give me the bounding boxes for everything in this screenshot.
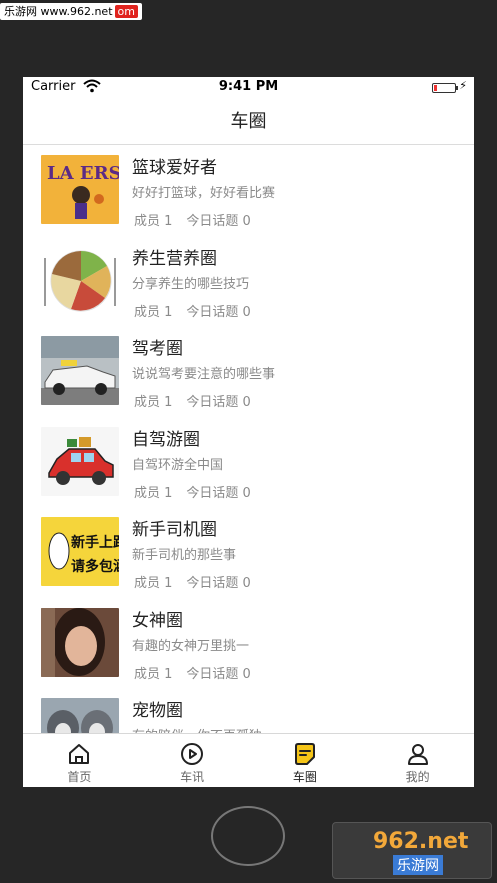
circle-description: 说说驾考要注意的哪些事 — [132, 367, 276, 382]
circle-stats: 成员 1 今日话题 0 — [134, 482, 265, 501]
circle-description: 新手司机的那些事 — [132, 548, 237, 563]
circle-item-goddess[interactable]: 女神圈 有趣的女神万里挑一 成员 1 今日话题 0 — [23, 598, 474, 689]
person-icon — [407, 744, 428, 765]
circle-title: 新手司机圈 — [132, 520, 217, 540]
circle-title: 驾考圈 — [132, 339, 183, 359]
circle-title: 自驾游圈 — [132, 429, 200, 450]
tab-label: 首页 — [67, 770, 92, 784]
watermark-bottom: 962.net 乐游网 — [332, 822, 492, 879]
tab-label: 我的 — [405, 770, 430, 784]
tab-label: 车讯 — [180, 770, 205, 784]
circle-description: 分享养生的哪些技巧 — [132, 276, 250, 292]
member-count: 成员 1 — [134, 304, 173, 320]
circle-item-driving-test[interactable]: 驾考圈 说说驾考要注意的哪些事 成员 1 今日话题 0 — [23, 326, 474, 417]
note-icon — [294, 743, 315, 765]
circle-stats: 成员 1 今日话题 0 — [134, 663, 265, 682]
sign-text-line-1: 新手上路 — [71, 534, 119, 551]
topic-count: 今日话题 0 — [186, 395, 251, 410]
driving-test-car-icon — [41, 336, 119, 405]
pet-photo-icon — [41, 698, 119, 734]
circle-list[interactable]: LA ERS 篮球爱好者 好好打篮球，好好看比赛 成员 1 今日话题 0 养生营… — [23, 145, 474, 734]
circle-item-basketball[interactable]: LA ERS 篮球爱好者 好好打篮球，好好看比赛 成员 1 今日话题 0 — [23, 145, 474, 236]
tab-news[interactable]: 车讯 — [136, 734, 249, 787]
nav-bar: 车圈 — [23, 99, 474, 145]
tab-home[interactable]: 首页 — [23, 734, 136, 787]
charging-bolt-icon: ⚡ — [459, 79, 467, 92]
basketball-poster-icon: LA ERS — [41, 155, 119, 224]
circle-item-road-trip[interactable]: 自驾游圈 自驾环游全中国 成员 1 今日话题 0 — [23, 417, 474, 508]
watermark-top: 乐游网 www.962.net om — [0, 3, 142, 20]
circle-description: 好好打篮球，好好看比赛 — [132, 186, 276, 201]
tab-profile[interactable]: 我的 — [361, 734, 474, 787]
app-screen: Carrier 9:41 PM ⚡ 车圈 LA ERS 篮球爱好者 好好打篮球，… — [23, 77, 474, 787]
status-bar: Carrier 9:41 PM ⚡ — [23, 77, 474, 99]
member-count: 成员 1 — [134, 395, 173, 410]
topic-count: 今日话题 0 — [186, 214, 251, 229]
novice-driver-sign-icon: 新手上路 请多包涵 — [41, 517, 119, 586]
home-button[interactable] — [211, 806, 285, 866]
circle-item-pets[interactable]: 宠物圈 有的陪伴，你不再孤独 — [23, 688, 474, 734]
circle-stats: 成员 1 今日话题 0 — [134, 391, 265, 410]
topic-count: 今日话题 0 — [186, 304, 251, 320]
circle-title: 养生营养圈 — [132, 248, 217, 269]
watermark-site-text: 乐游网 www.962.net — [4, 5, 113, 18]
topic-count: 今日话题 0 — [186, 576, 251, 591]
circle-title: 女神圈 — [132, 610, 183, 631]
topic-count: 今日话题 0 — [186, 666, 251, 682]
member-count: 成员 1 — [134, 214, 173, 229]
watermark-badge: om — [114, 5, 138, 18]
watermark-brand-cn: 乐游网 — [393, 855, 443, 875]
tab-label: 车圈 — [292, 770, 317, 784]
circle-item-nutrition[interactable]: 养生营养圈 分享养生的哪些技巧 成员 1 今日话题 0 — [23, 236, 474, 327]
play-circle-icon — [181, 743, 204, 765]
watermark-brand: 962.net — [373, 829, 469, 854]
circle-item-novice-driver[interactable]: 新手上路 请多包涵 新手司机圈 新手司机的那些事 成员 1 今日话题 0 — [23, 507, 474, 598]
battery-icon — [432, 83, 458, 93]
circle-description: 自驾环游全中国 — [132, 457, 224, 473]
circle-stats: 成员 1 今日话题 0 — [134, 210, 265, 229]
circle-title: 宠物圈 — [132, 701, 183, 721]
circle-stats: 成员 1 今日话题 0 — [134, 572, 265, 591]
svg-text:LA ERS: LA ERS — [47, 163, 119, 184]
tab-circle[interactable]: 车圈 — [249, 734, 362, 787]
home-icon — [69, 744, 90, 764]
member-count: 成员 1 — [134, 666, 173, 682]
circle-title: 篮球爱好者 — [132, 158, 217, 178]
member-count: 成员 1 — [134, 485, 173, 501]
topic-count: 今日话题 0 — [186, 485, 251, 501]
clock: 9:41 PM — [218, 79, 279, 94]
circle-description: 有趣的女神万里挑一 — [132, 638, 250, 654]
food-plate-icon — [41, 245, 119, 315]
sign-text-line-2: 请多包涵 — [71, 558, 119, 575]
tab-bar: 首页 车讯 车圈 我的 — [23, 733, 474, 787]
red-car-icon — [41, 426, 119, 496]
woman-photo-icon — [41, 607, 119, 677]
circle-stats: 成员 1 今日话题 0 — [134, 301, 265, 320]
member-count: 成员 1 — [134, 576, 173, 591]
page-title: 车圈 — [230, 111, 267, 132]
